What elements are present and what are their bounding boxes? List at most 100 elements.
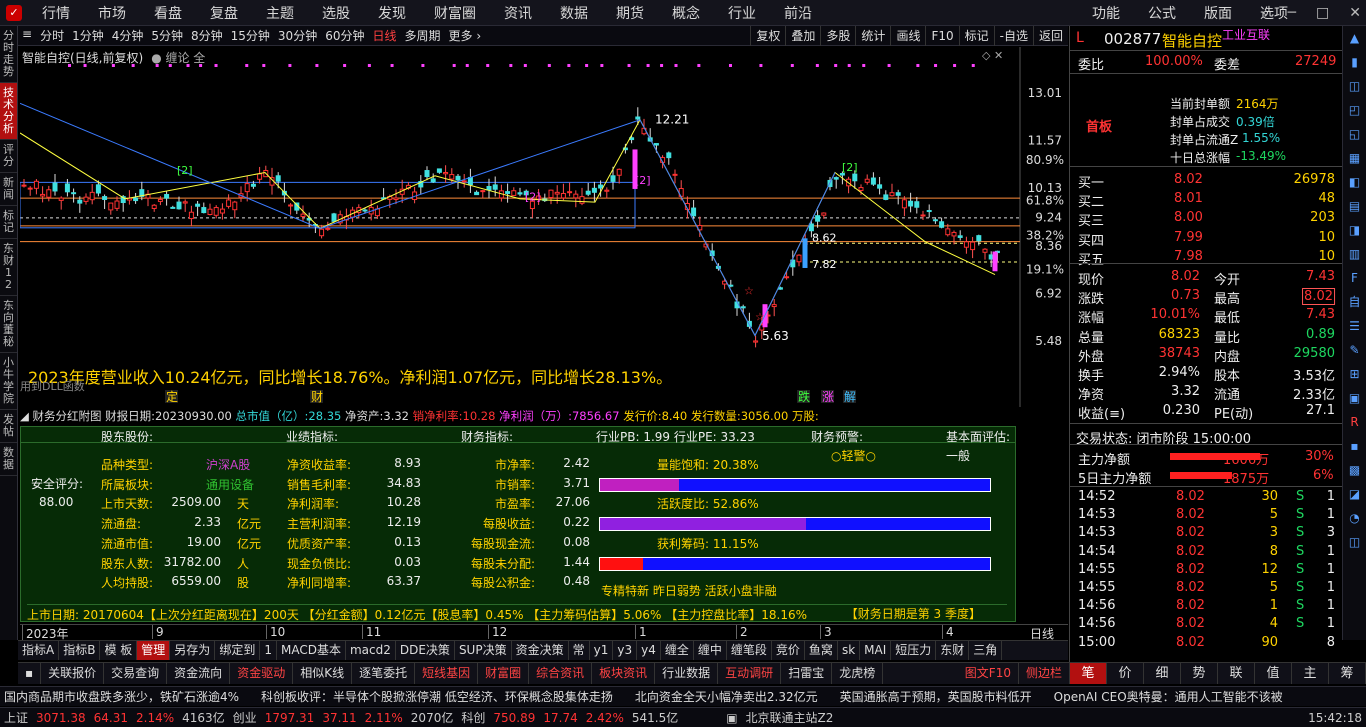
quote-tab[interactable]: 联 [1218,663,1255,684]
left-rail-tab[interactable]: 新闻 [0,173,17,206]
quote-tab[interactable]: 值 [1255,663,1292,684]
indicator-tab[interactable]: SUP决策 [455,641,512,660]
menu-item[interactable]: 前沿 [770,3,826,23]
indicator-tab[interactable]: 缠中 [694,641,727,660]
left-rail-tab[interactable]: 评分 [0,140,17,173]
side-tool-icon[interactable]: ◪ [1343,482,1366,506]
left-rail-tab[interactable]: 分时走势 [0,26,17,83]
side-tool-icon[interactable]: F [1343,266,1366,290]
indicator-tab[interactable]: 缠笔段 [727,641,772,660]
info-tab[interactable]: 行业数据 [655,663,719,684]
indicator-tab[interactable]: 缠全 [661,641,694,660]
period-tab[interactable]: 30分钟 [274,27,321,44]
menu-item[interactable]: 选股 [308,3,364,23]
back-icon[interactable]: ‹ [1262,5,1268,21]
info-tab[interactable]: 逐笔委托 [352,663,416,684]
info-tab[interactable]: 资金驱动 [230,663,294,684]
fin-header-collapse-icon[interactable]: ◢ [20,409,29,423]
info-tab[interactable]: 综合资讯 [529,663,593,684]
indicator-tab[interactable]: 绑定到 [215,641,261,660]
menu-right-item[interactable]: 版面 [1190,3,1246,23]
menu-item[interactable]: 发现 [364,3,420,23]
period-tab[interactable]: 15分钟 [227,27,274,44]
menu-item[interactable]: 财富圈 [420,3,490,23]
left-rail-tab[interactable]: 标记 [0,206,17,239]
side-tool-icon[interactable]: ◱ [1343,122,1366,146]
menu-item[interactable]: 概念 [658,3,714,23]
minimize-icon[interactable]: ─ [1288,5,1296,21]
indicator-tab[interactable]: 东财 [936,641,970,660]
quote-tab[interactable]: 筹 [1329,663,1366,684]
news-item[interactable]: 北向资金全天小幅净卖出2.32亿元 [631,688,836,705]
menu-right-item[interactable]: 公式 [1134,3,1190,23]
period-tab[interactable]: 1分钟 [68,27,108,44]
chart-overlay-toggle[interactable]: ● 缠论 全 [151,49,205,66]
toolbar-button[interactable]: 标记 [958,26,994,46]
app-logo-icon[interactable]: ✓ [0,4,28,21]
indicator-tab[interactable]: 另存为 [170,641,216,660]
event-marker[interactable]: 涨 [822,389,834,404]
side-tool-icon[interactable]: ▪ [1343,434,1366,458]
left-rail-tab[interactable]: 东向董秘 [0,296,17,353]
indicator-tab[interactable]: MAI [860,641,892,660]
menu-item[interactable]: 期货 [602,3,658,23]
info-tab[interactable]: 财富圈 [478,663,530,684]
info-tab[interactable]: 板块资讯 [592,663,656,684]
indicator-tab[interactable]: y4 [637,641,661,660]
quote-tab[interactable]: 细 [1144,663,1181,684]
period-tab[interactable]: 8分钟 [187,27,227,44]
toolbar-button[interactable]: 返回 [1032,26,1068,46]
left-rail-tab[interactable]: 数据 [0,443,17,476]
left-rail-tab[interactable]: 发帖 [0,410,17,443]
toolbar-button[interactable]: 多股 [820,26,855,46]
side-tool-icon[interactable]: ◧ [1343,170,1366,194]
info-tab[interactable]: 龙虎榜 [832,663,884,684]
info-tab[interactable]: 互动调研 [718,663,782,684]
menu-item[interactable]: 行业 [714,3,770,23]
event-marker[interactable]: 财 [311,390,323,404]
indicator-tab[interactable]: y1 [590,641,614,660]
menu-item[interactable]: 资讯 [490,3,546,23]
side-tool-icon[interactable]: ◫ [1343,74,1366,98]
side-tool-icon[interactable]: ⊞ [1343,362,1366,386]
indicator-tab[interactable]: MACD基本 [277,641,346,660]
indicator-tab[interactable]: 短压力 [891,641,937,660]
period-tab[interactable]: 分时 [36,27,68,44]
indicator-tab[interactable]: 三角 [969,641,1003,660]
menu-right-item[interactable]: 功能 [1078,3,1134,23]
side-tool-icon[interactable]: ▥ [1343,242,1366,266]
quote-tab[interactable]: 价 [1107,663,1144,684]
side-tool-icon[interactable]: ▤ [1343,194,1366,218]
chart-window-controls[interactable]: ◇ ✕ [982,49,1003,62]
side-tool-icon[interactable]: R [1343,410,1366,434]
left-rail-tab[interactable]: 小牛学院 [0,353,17,410]
side-tool-icon[interactable]: ◰ [1343,98,1366,122]
news-item[interactable]: OpenAI CEO奥特曼：通用人工智能不该被 [1050,688,1301,705]
side-tool-icon[interactable]: ◨ [1343,218,1366,242]
toolbar-button[interactable]: -自选 [993,26,1033,46]
side-tool-icon[interactable]: 自 [1343,290,1366,314]
news-item[interactable]: 科创板收评：半导体个股掀涨停潮 低空经济、环保概念股集体走扬 [257,688,631,705]
side-tool-icon[interactable]: ◫ [1343,530,1366,554]
side-tool-icon[interactable]: ▲ [1343,26,1366,50]
indicator-tab[interactable]: 管理 [137,641,171,660]
side-tool-icon[interactable]: ☰ [1343,314,1366,338]
indicator-tab[interactable]: 鱼窝 [805,641,838,660]
indicator-tab[interactable]: 模 板 [100,641,138,660]
period-tab[interactable]: 更多 › [445,27,486,44]
toolbar-button[interactable]: 复权 [750,26,785,46]
info-tab-right[interactable]: 侧边栏 [1019,663,1070,684]
toolbar-button[interactable]: 统计 [855,26,890,46]
quote-tab[interactable]: 势 [1181,663,1218,684]
toolbar-menu-icon[interactable]: ≡ [18,27,36,44]
menu-item[interactable]: 数据 [546,3,602,23]
indicator-tab[interactable]: DDE决策 [396,641,455,660]
indicator-tab[interactable]: 常 [569,641,590,660]
side-tool-icon[interactable]: ▦ [1343,146,1366,170]
indicator-tab[interactable]: 资金决策 [512,641,569,660]
event-marker[interactable]: 定 [166,389,178,404]
menu-item[interactable]: 市场 [84,3,140,23]
tabs-menu-icon[interactable]: ▪ [18,663,42,684]
menu-item[interactable]: 行情 [28,3,84,23]
side-tool-icon[interactable]: ▣ [1343,386,1366,410]
